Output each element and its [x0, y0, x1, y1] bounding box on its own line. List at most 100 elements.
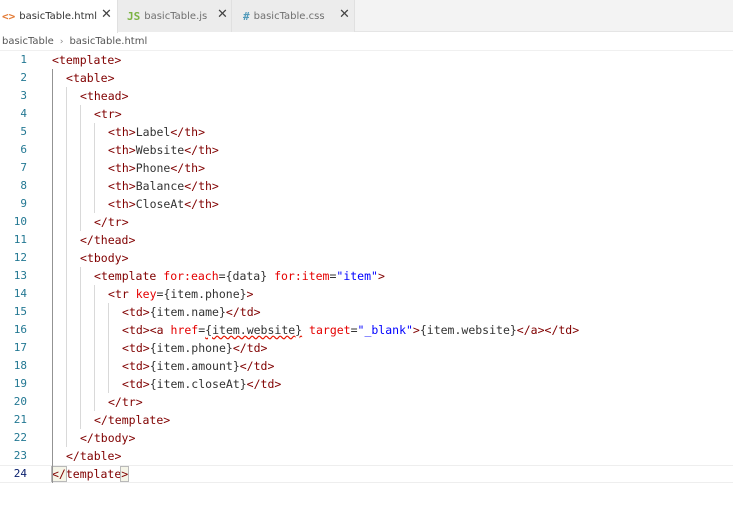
- code-token: {item.website}: [205, 323, 303, 337]
- code-line[interactable]: 14 <tr key={item.phone}>: [0, 285, 733, 303]
- indent-guide: [94, 195, 95, 213]
- code-token: <: [80, 251, 87, 265]
- line-number: 24: [13, 467, 27, 480]
- code-line[interactable]: 1 <template>: [0, 51, 733, 69]
- line-number: 22: [13, 431, 27, 444]
- code-token: <: [122, 377, 129, 391]
- code-token: td: [239, 305, 254, 319]
- indent-guide: [66, 195, 67, 213]
- code-line[interactable]: 24 </template>: [0, 465, 733, 483]
- breadcrumb-file[interactable]: basicTable.html: [69, 36, 147, 47]
- code-token: td: [260, 377, 275, 391]
- code-line[interactable]: 23 </table>: [0, 447, 733, 465]
- code-token: </: [184, 143, 199, 157]
- code-line[interactable]: 15 <td>{item.name}</td>: [0, 303, 733, 321]
- code-line[interactable]: 10 </tr>: [0, 213, 733, 231]
- close-icon[interactable]: ✕: [101, 7, 112, 23]
- code-token: >: [142, 305, 150, 319]
- code-token: td: [128, 377, 143, 391]
- code-text: </template>: [94, 411, 170, 429]
- indent-guide: [94, 303, 95, 321]
- code-token: >: [128, 197, 136, 211]
- code-line[interactable]: 8 <th>Balance</th>: [0, 177, 733, 195]
- code-token: >: [128, 143, 136, 157]
- indent-guide: [94, 393, 95, 411]
- code-token: Balance: [135, 179, 185, 193]
- code-token: >: [211, 197, 219, 211]
- code-token: <: [66, 71, 73, 85]
- code-text: <tbody>: [80, 249, 129, 267]
- code-text: </tr>: [108, 393, 143, 411]
- code-line[interactable]: 4 <tr>: [0, 105, 733, 123]
- tab-label: basicTable.html: [19, 11, 98, 22]
- tab-basictable-html[interactable]: <> basicTable.html ✕: [0, 0, 118, 33]
- code-token: "_blank": [357, 323, 413, 337]
- code-token: {item.phone}: [163, 287, 247, 301]
- indent-guide: [80, 339, 81, 357]
- code-text: </tr>: [94, 213, 129, 231]
- indent-guide: [66, 141, 67, 159]
- line-number: 16: [13, 323, 27, 336]
- tab-basictable-js[interactable]: JS basicTable.js ✕: [118, 0, 232, 32]
- code-line[interactable]: 11 </thead>: [0, 231, 733, 249]
- indent-guide: [94, 159, 95, 177]
- code-text: <th>CloseAt</th>: [108, 195, 219, 213]
- code-token: </: [94, 215, 108, 229]
- code-token: >: [267, 359, 275, 373]
- code-token: >: [121, 215, 129, 229]
- indent-guide: [66, 159, 67, 177]
- indent-guide: [108, 357, 109, 375]
- breadcrumb-folder[interactable]: basicTable: [2, 36, 54, 47]
- tab-basictable-css[interactable]: # basicTable.css ✕: [232, 0, 355, 32]
- code-line[interactable]: 22 </tbody>: [0, 429, 733, 447]
- code-token: template: [107, 413, 164, 427]
- code-token: tr: [100, 107, 115, 121]
- code-token: th: [198, 179, 212, 193]
- code-editor[interactable]: 1 <template> 2 <table> 3 <thead> 4 <tr> 5 <th>Lab…: [0, 51, 733, 491]
- indent-guide: [94, 141, 95, 159]
- code-token: tbody: [86, 251, 122, 265]
- code-token: td: [128, 359, 143, 373]
- indent-guide: [108, 339, 109, 357]
- code-token: </: [94, 413, 108, 427]
- code-line[interactable]: 16 <td><a href={item.website} target="_bl…: [0, 321, 733, 339]
- indent-guide: [80, 123, 81, 141]
- code-line[interactable]: 21 </template>: [0, 411, 733, 429]
- code-line[interactable]: 18 <td>{item.amount}</td>: [0, 357, 733, 375]
- code-token: {item.closeAt}: [149, 377, 247, 391]
- code-token: for:item: [274, 269, 330, 283]
- code-line[interactable]: 6 <th>Website</th>: [0, 141, 733, 159]
- indent-guide: [94, 321, 95, 339]
- code-line[interactable]: 17 <td>{item.phone}</td>: [0, 339, 733, 357]
- close-icon[interactable]: ✕: [217, 7, 228, 23]
- line-number: 11: [13, 233, 27, 246]
- indent-guide: [80, 141, 81, 159]
- code-token: Label: [135, 125, 171, 139]
- line-number: 18: [13, 359, 27, 372]
- indent-guide: [66, 339, 67, 357]
- indent-guide: [66, 393, 67, 411]
- code-token: </: [239, 359, 254, 373]
- code-line[interactable]: 9 <th>CloseAt</th>: [0, 195, 733, 213]
- code-line[interactable]: 19 <td>{item.closeAt}</td>: [0, 375, 733, 393]
- code-token: <: [108, 143, 115, 157]
- indent-guide: [108, 321, 109, 339]
- line-number: 9: [20, 197, 27, 210]
- code-line[interactable]: 2 <table>: [0, 69, 733, 87]
- code-token: target: [309, 323, 351, 337]
- code-line[interactable]: 7 <th>Phone</th>: [0, 159, 733, 177]
- code-token: th: [114, 125, 129, 139]
- code-text: <template>: [52, 51, 121, 69]
- code-text: <th>Phone</th>: [108, 159, 205, 177]
- code-line[interactable]: 3 <thead>: [0, 87, 733, 105]
- close-icon[interactable]: ✕: [339, 7, 350, 23]
- code-text: </thead>: [80, 231, 135, 249]
- code-line[interactable]: 5 <th>Label</th>: [0, 123, 733, 141]
- indent-guide: [94, 123, 95, 141]
- tab-bar: <> basicTable.html ✕ JS basicTable.js ✕ …: [0, 0, 733, 33]
- indent-guide: [94, 375, 95, 393]
- code-line[interactable]: 12 <tbody>: [0, 249, 733, 267]
- code-line[interactable]: 13 <template for:each={data} for:item="it…: [0, 267, 733, 285]
- line-number: 7: [20, 161, 27, 174]
- code-line[interactable]: 20 </tr>: [0, 393, 733, 411]
